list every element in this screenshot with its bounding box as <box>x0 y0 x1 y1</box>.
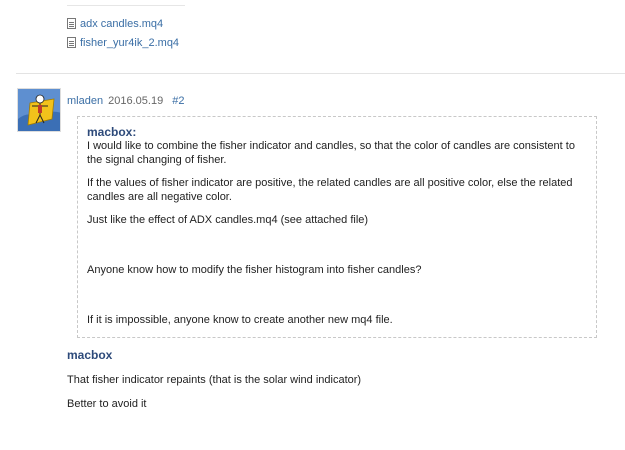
section-divider-top <box>67 5 185 6</box>
avatar[interactable] <box>17 88 61 132</box>
attachment-link[interactable]: fisher_yur4ik_2.mq4 <box>67 33 179 52</box>
quote-author: macbox: <box>87 125 137 139</box>
attachments-list: adx candles.mq4 fisher_yur4ik_2.mq4 <box>67 14 179 52</box>
reply-line: That fisher indicator repaints (that is … <box>67 374 362 386</box>
quote-paragraph: If it is impossible, anyone know to crea… <box>87 314 393 326</box>
post-divider <box>16 73 625 74</box>
post-header: mladen 2016.05.19 #2 <box>67 95 185 107</box>
attachment-name: adx candles.mq4 <box>80 17 164 30</box>
reply-quoted-author: macbox <box>67 348 113 362</box>
file-icon <box>67 18 76 29</box>
post-date: 2016.05.19 <box>108 95 164 107</box>
post-number-link[interactable]: #2 <box>172 95 184 107</box>
file-icon <box>67 37 76 48</box>
attachment-link[interactable]: adx candles.mq4 <box>67 14 179 33</box>
quote-paragraph: If the values of fisher indicator are po… <box>87 177 573 203</box>
quote-paragraph: Anyone know how to modify the fisher his… <box>87 264 422 276</box>
quote-paragraph: I would like to combine the fisher indic… <box>87 140 575 166</box>
quote-paragraph: Just like the effect of ADX candles.mq4 … <box>87 214 369 226</box>
attachment-name: fisher_yur4ik_2.mq4 <box>80 36 180 49</box>
avatar-image <box>18 89 60 131</box>
reply-line: Better to avoid it <box>67 398 147 410</box>
quote-block: macbox: I would like to combine the fish… <box>77 116 597 338</box>
author-link[interactable]: mladen <box>67 95 103 107</box>
